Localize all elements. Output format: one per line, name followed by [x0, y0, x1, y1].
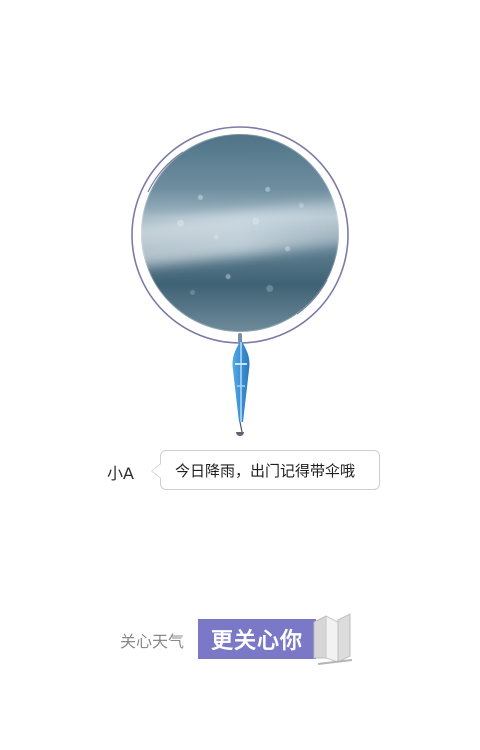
- speaker-name: 小A: [107, 464, 134, 483]
- umbrella-icon: [232, 340, 250, 433]
- speech-bubble: 今日降雨，出门记得带伞哦: [151, 450, 380, 490]
- slogan: 关心天气 更关心你: [120, 610, 380, 670]
- more-care-button[interactable]: 更关心你: [198, 619, 316, 659]
- rain-hero: [125, 120, 355, 350]
- rain-window-photo: [141, 134, 339, 332]
- slogan-prefix: 关心天气: [120, 632, 185, 651]
- book-icon: [313, 613, 353, 665]
